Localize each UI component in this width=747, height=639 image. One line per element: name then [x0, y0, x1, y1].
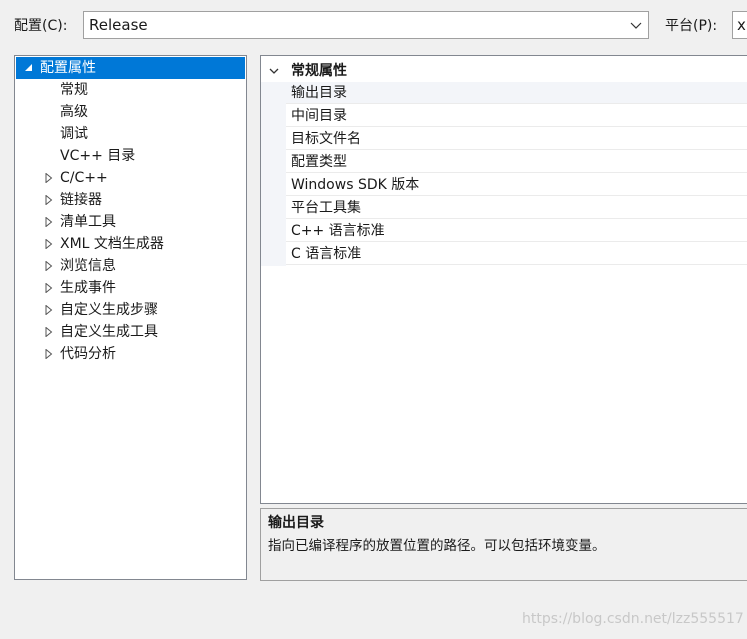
property-name: 输出目录	[291, 85, 347, 101]
config-select[interactable]: Release	[83, 11, 649, 39]
tree-item-label: 自定义生成步骤	[60, 302, 158, 318]
property-name: C 语言标准	[291, 246, 362, 262]
expand-triangle-icon[interactable]	[45, 173, 53, 183]
expand-triangle-icon[interactable]	[45, 305, 53, 315]
tree-item-label: 配置属性	[40, 60, 96, 76]
tree-item-label: XML 文档生成器	[60, 236, 164, 252]
tree-item-config-properties[interactable]: 配置属性	[16, 57, 245, 79]
tree-item[interactable]: 链接器	[16, 189, 245, 211]
description-title: 输出目录	[268, 515, 324, 531]
watermark: https://blog.csdn.net/lzz555517	[522, 611, 744, 627]
tree-item[interactable]: 常规	[16, 79, 245, 101]
tree-item-label: 生成事件	[60, 280, 116, 296]
tree-item[interactable]: 清单工具	[16, 211, 245, 233]
expanded-triangle-icon	[25, 64, 32, 71]
property-row[interactable]: 配置类型	[286, 151, 747, 173]
expand-triangle-icon[interactable]	[45, 283, 53, 293]
tree-item[interactable]: 自定义生成工具	[16, 321, 245, 343]
property-row[interactable]: 平台工具集	[286, 197, 747, 219]
collapse-chevron-icon[interactable]	[269, 67, 279, 75]
tree-item-label: 常规	[60, 82, 88, 98]
expand-triangle-icon[interactable]	[45, 195, 53, 205]
property-row[interactable]: C++ 语言标准	[286, 220, 747, 242]
property-name: 目标文件名	[291, 131, 361, 147]
tree-item[interactable]: 自定义生成步骤	[16, 299, 245, 321]
config-value: Release	[89, 16, 148, 34]
tree-item[interactable]: 调试	[16, 123, 245, 145]
property-name: 平台工具集	[291, 200, 361, 216]
tree-item-label: C/C++	[60, 170, 108, 186]
chevron-down-icon	[630, 22, 642, 29]
expand-triangle-icon[interactable]	[45, 239, 53, 249]
tree-item[interactable]: C/C++	[16, 167, 245, 189]
expand-triangle-icon[interactable]	[45, 217, 53, 227]
tree-item[interactable]: 高级	[16, 101, 245, 123]
description-text: 指向已编译程序的放置位置的路径。可以包括环境变量。	[268, 538, 606, 554]
category-label: 常规属性	[291, 63, 347, 79]
tree-item-label: 链接器	[60, 192, 102, 208]
property-row[interactable]: 中间目录	[286, 105, 747, 127]
tree-item-label: 高级	[60, 104, 88, 120]
tree-item-label: VC++ 目录	[60, 148, 136, 164]
tree-item-label: 自定义生成工具	[60, 324, 158, 340]
category-general[interactable]: 常规属性	[261, 60, 747, 82]
tree-item-label: 代码分析	[60, 346, 116, 362]
property-row[interactable]: 输出目录	[286, 82, 747, 104]
tree-item[interactable]: XML 文档生成器	[16, 233, 245, 255]
tree-item-label: 浏览信息	[60, 258, 116, 274]
grid-gutter	[261, 82, 286, 266]
tree-item-label: 调试	[60, 126, 88, 142]
tree-item-label: 清单工具	[60, 214, 116, 230]
tree-item[interactable]: 生成事件	[16, 277, 245, 299]
property-name: 配置类型	[291, 154, 347, 170]
tree-item[interactable]: 代码分析	[16, 343, 245, 365]
platform-value: x64	[737, 16, 747, 34]
property-tree: 配置属性 常规高级调试 VC++ 目录 C/C++ 链接器清单工具 XML 文档生成器浏…	[14, 55, 247, 580]
expand-triangle-icon[interactable]	[45, 349, 53, 359]
tree-item[interactable]: 浏览信息	[16, 255, 245, 277]
property-name: Windows SDK 版本	[291, 177, 420, 193]
expand-triangle-icon[interactable]	[45, 261, 53, 271]
config-label: 配置(C):	[14, 18, 68, 34]
property-grid: 常规属性 输出目录中间目录目标文件名配置类型 Windows SDK 版本 平台工具…	[260, 55, 747, 504]
expand-triangle-icon[interactable]	[45, 327, 53, 337]
property-name: 中间目录	[291, 108, 347, 124]
property-row[interactable]: Windows SDK 版本	[286, 174, 747, 196]
property-name: C++ 语言标准	[291, 223, 385, 239]
property-row[interactable]: 目标文件名	[286, 128, 747, 150]
tree-item[interactable]: VC++ 目录	[16, 145, 245, 167]
platform-label: 平台(P):	[665, 18, 718, 34]
property-row[interactable]: C 语言标准	[286, 243, 747, 265]
platform-select[interactable]: x64	[732, 11, 747, 39]
description-pane: 输出目录 指向已编译程序的放置位置的路径。可以包括环境变量。	[260, 508, 747, 581]
